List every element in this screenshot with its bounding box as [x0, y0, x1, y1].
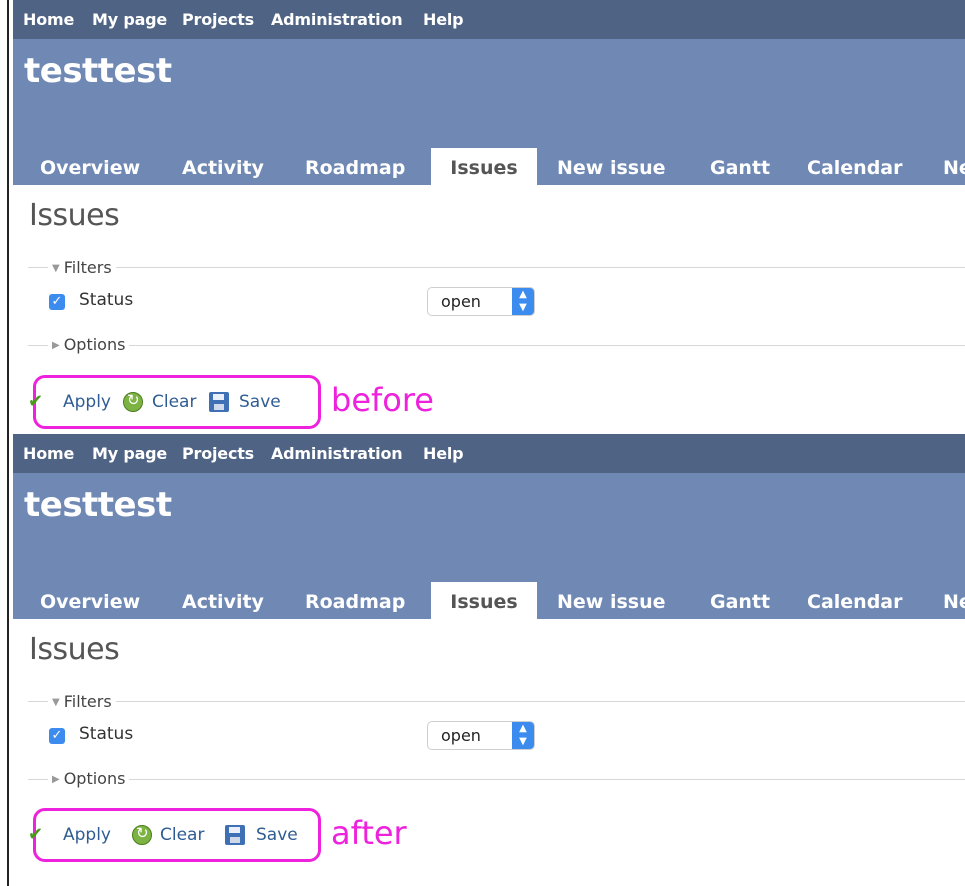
- save-disk-icon: [225, 825, 245, 845]
- options-legend[interactable]: ▶ Options: [48, 335, 130, 354]
- options-fieldset-line: [28, 779, 965, 780]
- tab-calendar[interactable]: Calendar: [807, 582, 902, 619]
- collapsed-triangle-icon: ▶: [52, 340, 60, 351]
- status-operator-value: open: [441, 726, 481, 745]
- tab-new-issue[interactable]: New issue: [557, 148, 666, 185]
- tab-issues[interactable]: Issues: [431, 148, 537, 185]
- project-header: testtest Overview Activity Roadmap Issue…: [13, 473, 965, 619]
- filters-legend-label: Filters: [63, 258, 112, 277]
- top-menu-home[interactable]: Home: [23, 434, 74, 473]
- status-checkbox[interactable]: ✓: [49, 294, 65, 310]
- filters-legend[interactable]: ▼ Filters: [48, 692, 116, 711]
- filters-legend[interactable]: ▼ Filters: [48, 258, 116, 277]
- tab-roadmap[interactable]: Roadmap: [305, 148, 405, 185]
- apply-check-icon: ✔: [28, 391, 44, 412]
- tab-news[interactable]: Ne: [943, 148, 965, 185]
- apply-check-icon: ✔: [28, 824, 44, 845]
- project-title: testtest: [24, 51, 172, 91]
- select-arrows-icon: ▲ ▼: [512, 722, 534, 749]
- tab-gantt[interactable]: Gantt: [710, 148, 770, 185]
- top-menu-my-page[interactable]: My page: [92, 0, 167, 39]
- tab-activity[interactable]: Activity: [182, 582, 264, 619]
- clear-link[interactable]: Clear: [160, 825, 204, 845]
- options-legend[interactable]: ▶ Options: [48, 769, 130, 788]
- project-title: testtest: [24, 485, 172, 525]
- expanded-triangle-icon: ▼: [52, 263, 60, 274]
- page-title: Issues: [29, 632, 120, 667]
- status-operator-select[interactable]: open ▲ ▼: [427, 287, 535, 316]
- project-header: testtest Overview Activity Roadmap Issue…: [13, 39, 965, 185]
- annotation-before: before: [331, 381, 434, 419]
- top-menu-administration[interactable]: Administration: [271, 0, 403, 39]
- status-operator-select[interactable]: open ▲ ▼: [427, 721, 535, 750]
- page-title: Issues: [29, 198, 120, 233]
- status-checkbox[interactable]: ✓: [49, 728, 65, 744]
- tab-issues[interactable]: Issues: [431, 582, 537, 619]
- tab-overview[interactable]: Overview: [40, 582, 140, 619]
- filters-legend-label: Filters: [63, 692, 112, 711]
- apply-link[interactable]: Apply: [63, 392, 111, 412]
- top-menu-my-page[interactable]: My page: [92, 434, 167, 473]
- tab-roadmap[interactable]: Roadmap: [305, 582, 405, 619]
- tab-calendar[interactable]: Calendar: [807, 148, 902, 185]
- save-link[interactable]: Save: [239, 392, 281, 412]
- top-menu-administration[interactable]: Administration: [271, 434, 403, 473]
- options-fieldset-line: [28, 345, 965, 346]
- tab-gantt[interactable]: Gantt: [710, 582, 770, 619]
- filters-fieldset-line: [28, 701, 965, 702]
- clear-reload-icon: [123, 391, 143, 412]
- save-link[interactable]: Save: [256, 825, 298, 845]
- top-menu: Home My page Projects Administration Hel…: [13, 0, 965, 39]
- panel-after: Home My page Projects Administration Hel…: [13, 434, 965, 868]
- status-label: Status: [79, 290, 134, 310]
- panel-before: Home My page Projects Administration Hel…: [13, 0, 965, 434]
- top-menu-help[interactable]: Help: [423, 0, 464, 39]
- status-label: Status: [79, 724, 134, 744]
- top-menu-home[interactable]: Home: [23, 0, 74, 39]
- expanded-triangle-icon: ▼: [52, 697, 60, 708]
- tab-activity[interactable]: Activity: [182, 148, 264, 185]
- top-menu-projects[interactable]: Projects: [182, 434, 254, 473]
- clear-link[interactable]: Clear: [152, 392, 196, 412]
- annotation-after: after: [331, 814, 407, 852]
- collapsed-triangle-icon: ▶: [52, 774, 60, 785]
- tab-overview[interactable]: Overview: [40, 148, 140, 185]
- status-operator-value: open: [441, 292, 481, 311]
- save-disk-icon: [209, 392, 229, 412]
- top-menu-projects[interactable]: Projects: [182, 0, 254, 39]
- left-border: [7, 0, 9, 886]
- options-legend-label: Options: [63, 335, 126, 354]
- tab-news[interactable]: Ne: [943, 582, 965, 619]
- top-menu: Home My page Projects Administration Hel…: [13, 434, 965, 473]
- tab-new-issue[interactable]: New issue: [557, 582, 666, 619]
- apply-link[interactable]: Apply: [63, 825, 111, 845]
- filters-fieldset-line: [28, 267, 965, 268]
- options-legend-label: Options: [63, 769, 126, 788]
- clear-reload-icon: [132, 824, 152, 845]
- select-arrows-icon: ▲ ▼: [512, 288, 534, 315]
- top-menu-help[interactable]: Help: [423, 434, 464, 473]
